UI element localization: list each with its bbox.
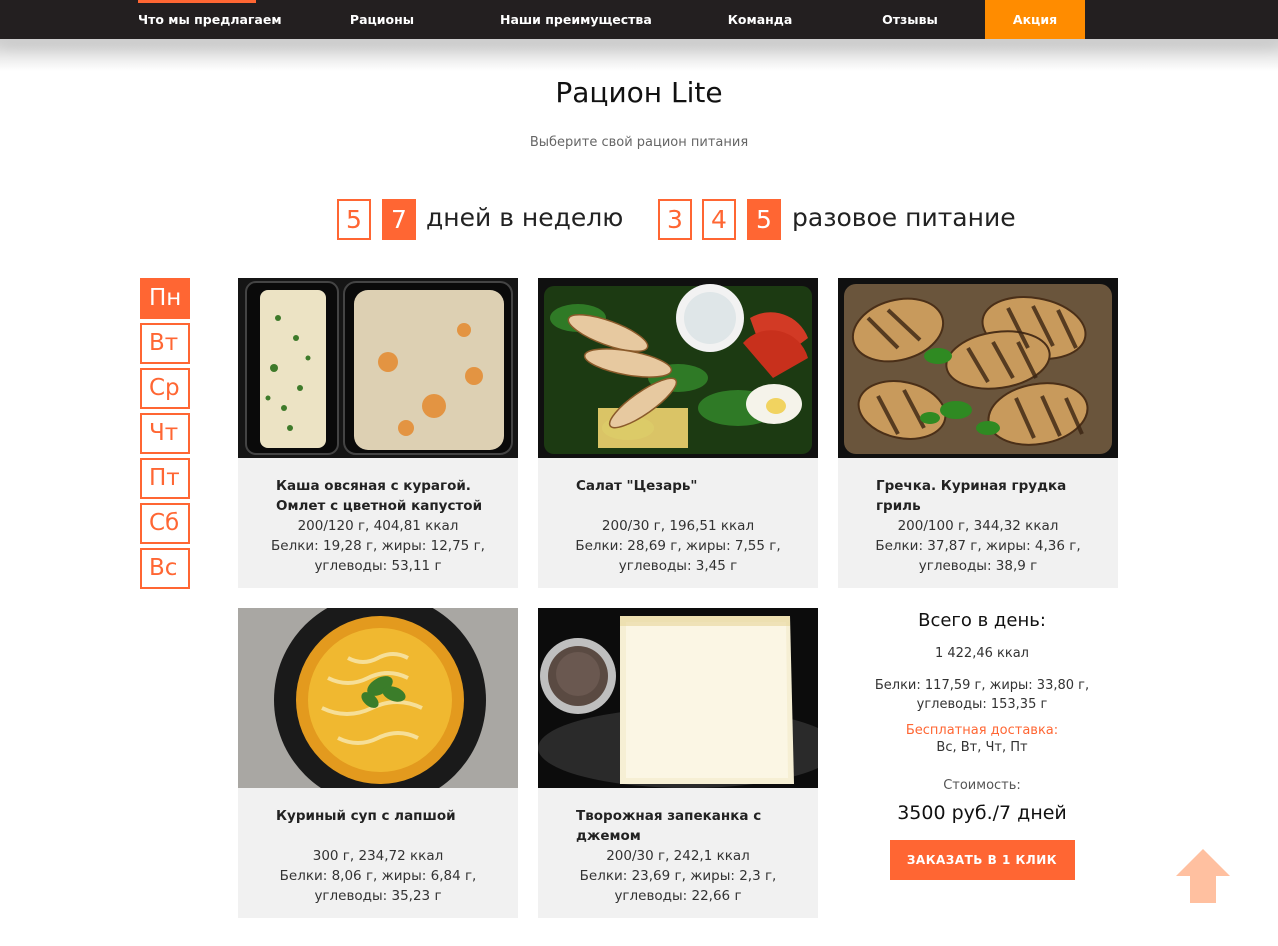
day-tab-mon[interactable]: Пн — [140, 278, 190, 319]
page-subtitle: Выберите свой рацион питания — [529, 135, 749, 150]
meal-weight-kcal: 300 г, 234,72 ккал — [312, 848, 444, 864]
price: 3500 руб./7 дней — [897, 802, 1067, 824]
meal-name: Куриный суп с лапшой — [276, 808, 456, 824]
cost-label: Стоимость: — [943, 778, 1021, 793]
meal-card: Куриный суп с лапшой 300 г, 234,72 ккал … — [238, 608, 518, 918]
meal-card: Творожная запеканка с джемом 200/30 г, 2… — [538, 608, 818, 918]
day-tab-fri[interactable]: Пт — [140, 458, 190, 499]
meal-photo — [238, 608, 518, 788]
free-delivery-label: Бесплатная доставка: — [905, 723, 1059, 738]
nav-item-rations[interactable]: Рационы — [340, 0, 424, 39]
day-tab-thu[interactable]: Чт — [140, 413, 190, 454]
meals-option-3[interactable]: 3 — [658, 199, 692, 240]
meal-photo — [238, 278, 518, 458]
meal-photo — [838, 278, 1118, 458]
meal-card: Каша овсяная с курагой. Омлет с цветной … — [238, 278, 518, 588]
days-option-7[interactable]: 7 — [382, 199, 416, 240]
meal-macros: углеводы: 3,45 г — [618, 558, 738, 574]
meal-weight-kcal: 200/100 г, 344,32 ккал — [897, 518, 1059, 534]
nav-item-advantages[interactable]: Наши преимущества — [500, 0, 652, 39]
summary-kcal: 1 422,46 ккал — [934, 646, 1029, 661]
meal-macros: Белки: 8,06 г, жиры: 6,84 г, — [279, 868, 477, 884]
meal-weight-kcal: 200/30 г, 242,1 ккал — [606, 848, 750, 864]
meal-macros: Белки: 37,87 г, жиры: 4,36 г, — [875, 538, 1081, 554]
meals-option-5[interactable]: 5 — [747, 199, 781, 240]
nav-item-offer[interactable]: Что мы предлагаем — [138, 0, 282, 39]
meals-per-day-label: разовое питание — [792, 203, 1016, 232]
days-option-5[interactable]: 5 — [337, 199, 371, 240]
meal-macros: углеводы: 22,66 г — [614, 888, 742, 904]
arrow-up-icon[interactable] — [1176, 849, 1230, 903]
meal-name: Каша овсяная с курагой. Омлет с цветной … — [276, 478, 483, 514]
meal-card: Салат "Цезарь" 200/30 г, 196,51 ккал Бел… — [538, 278, 818, 588]
summary-macros-line: углеводы: 153,35 г — [916, 697, 1048, 712]
meal-macros: углеводы: 35,23 г — [314, 888, 442, 904]
nav-item-promo[interactable]: Акция — [985, 0, 1085, 39]
meals-option-4[interactable]: 4 — [702, 199, 736, 240]
summary-macros-line: Белки: 117,59 г, жиры: 33,80 г, — [874, 678, 1090, 693]
meal-macros: Белки: 19,28 г, жиры: 12,75 г, — [271, 538, 485, 554]
meal-macros: Белки: 28,69 г, жиры: 7,55 г, — [575, 538, 781, 554]
meal-macros: углеводы: 38,9 г — [918, 558, 1038, 574]
days-per-week-label: дней в неделю — [426, 203, 624, 232]
meal-photo — [538, 278, 818, 458]
nav-item-reviews[interactable]: Отзывы — [872, 0, 948, 39]
meal-macros: Белки: 23,69 г, жиры: 2,3 г, — [579, 868, 777, 884]
day-tab-wed[interactable]: Ср — [140, 368, 190, 409]
day-tab-sat[interactable]: Сб — [140, 503, 190, 544]
day-tab-tue[interactable]: Вт — [140, 323, 190, 364]
daily-summary: Всего в день: 1 422,46 ккал Белки: 117,5… — [838, 608, 1126, 880]
summary-macros: Белки: 117,59 г, жиры: 33,80 г, углеводы… — [838, 676, 1126, 714]
summary-title: Всего в день: — [918, 610, 1046, 631]
order-one-click-button[interactable]: ЗАКАЗАТЬ В 1 КЛИК — [889, 840, 1075, 880]
page-title: Рацион Lite — [555, 76, 723, 109]
top-navigation: Что мы предлагаем Рационы Наши преимущес… — [0, 0, 1278, 71]
meal-weight-kcal: 200/30 г, 196,51 ккал — [601, 518, 755, 534]
nav-item-team[interactable]: Команда — [722, 0, 798, 39]
meal-name: Творожная запеканка с джемом — [576, 808, 762, 844]
meal-name: Салат "Цезарь" — [576, 478, 698, 494]
free-delivery-days: Вс, Вт, Чт, Пт — [936, 740, 1028, 755]
meal-card: Гречка. Куриная грудка гриль 200/100 г, … — [838, 278, 1118, 588]
meal-name: Гречка. Куриная грудка гриль — [876, 478, 1067, 514]
meal-weight-kcal: 200/120 г, 404,81 ккал — [297, 518, 459, 534]
meal-macros: углеводы: 53,11 г — [314, 558, 442, 574]
meal-photo — [538, 608, 818, 788]
day-tab-sun[interactable]: Вс — [140, 548, 190, 589]
